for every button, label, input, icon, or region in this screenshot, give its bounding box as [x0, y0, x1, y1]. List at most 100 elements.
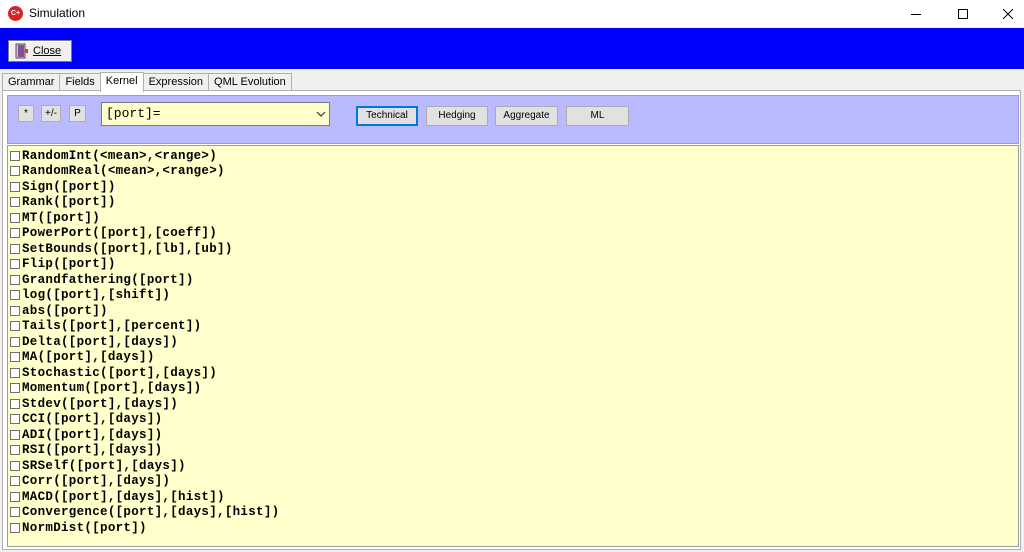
sign-toggle-button[interactable]: +/- [41, 105, 61, 122]
function-label: Rank([port]) [22, 195, 116, 210]
close-button[interactable]: Close [8, 40, 72, 62]
list-item[interactable]: Grandfathering([port]) [8, 272, 1018, 288]
function-label: RandomReal(<mean>,<range>) [22, 164, 225, 179]
close-icon [1003, 8, 1013, 19]
checkbox[interactable] [10, 290, 20, 301]
checkbox[interactable] [10, 445, 20, 456]
checkbox[interactable] [10, 460, 20, 471]
checkbox[interactable] [10, 352, 20, 363]
checkbox[interactable] [10, 150, 20, 161]
function-label: Corr([port],[days]) [22, 474, 171, 489]
checkbox[interactable] [10, 212, 20, 223]
multiply-button[interactable]: * [18, 105, 34, 122]
list-item[interactable]: CCI([port],[days]) [8, 412, 1018, 428]
list-item[interactable]: Stochastic([port],[days]) [8, 365, 1018, 381]
hedging-button[interactable]: Hedging [426, 106, 488, 126]
list-item[interactable]: MACD([port],[days],[hist]) [8, 489, 1018, 505]
toolbar: Close [0, 28, 1024, 69]
checkbox[interactable] [10, 383, 20, 394]
list-item[interactable]: SetBounds([port],[lb],[ub]) [8, 241, 1018, 257]
window-title: Simulation [29, 6, 86, 20]
tab-fields[interactable]: Fields [59, 73, 101, 91]
checkbox[interactable] [10, 305, 20, 316]
close-button-label: Close [33, 45, 62, 57]
function-label: Convergence([port],[days],[hist]) [22, 505, 280, 520]
function-label: MT([port]) [22, 210, 101, 225]
function-label: Grandfathering([port]) [22, 272, 194, 287]
checkbox[interactable] [10, 414, 20, 425]
list-item[interactable]: NormDist([port]) [8, 520, 1018, 536]
close-window-button[interactable] [985, 0, 1024, 27]
function-label: PowerPort([port],[coeff]) [22, 226, 218, 241]
chevron-down-icon[interactable] [316, 109, 326, 119]
list-item[interactable]: Stdev([port],[days]) [8, 396, 1018, 412]
maximize-icon [958, 8, 968, 19]
function-list: RandomInt(<mean>,<range>) RandomReal(<mea… [7, 145, 1019, 547]
title-bar: C+ Simulation [0, 0, 1024, 27]
checkbox[interactable] [10, 507, 20, 518]
function-label: Delta([port],[days]) [22, 334, 179, 349]
list-item[interactable]: abs([port]) [8, 303, 1018, 319]
checkbox[interactable] [10, 522, 20, 533]
list-item[interactable]: RandomReal(<mean>,<range>) [8, 164, 1018, 180]
function-label: Momentum([port],[days]) [22, 381, 202, 396]
checkbox[interactable] [10, 274, 20, 285]
list-item[interactable]: log([port],[shift]) [8, 288, 1018, 304]
list-item[interactable]: Delta([port],[days]) [8, 334, 1018, 350]
minimize-button[interactable] [893, 0, 939, 27]
checkbox[interactable] [10, 166, 20, 177]
tab-grammar[interactable]: Grammar [2, 73, 61, 91]
kernel-controls: * +/- P [port]= Technical Hedging Aggreg… [7, 95, 1019, 144]
function-label: RSI([port],[days]) [22, 443, 163, 458]
aggregate-button[interactable]: Aggregate [495, 106, 558, 126]
list-item[interactable]: Rank([port]) [8, 195, 1018, 211]
list-item[interactable]: MT([port]) [8, 210, 1018, 226]
ml-button[interactable]: ML [566, 106, 629, 126]
checkbox[interactable] [10, 181, 20, 192]
list-item[interactable]: Tails([port],[percent]) [8, 319, 1018, 335]
list-item[interactable]: SRSelf([port],[days]) [8, 458, 1018, 474]
door-exit-icon [15, 43, 28, 59]
minimize-icon [911, 13, 921, 15]
list-item[interactable]: Convergence([port],[days],[hist]) [8, 505, 1018, 521]
list-item[interactable]: Corr([port],[days]) [8, 474, 1018, 490]
tab-kernel[interactable]: Kernel [99, 72, 144, 92]
checkbox[interactable] [10, 429, 20, 440]
port-button[interactable]: P [69, 105, 86, 122]
function-label: ADI([port],[days]) [22, 427, 163, 442]
list-item[interactable]: Sign([port]) [8, 179, 1018, 195]
list-item[interactable]: RSI([port],[days]) [8, 443, 1018, 459]
checkbox[interactable] [10, 228, 20, 239]
checkbox[interactable] [10, 398, 20, 409]
technical-button[interactable]: Technical [356, 106, 418, 126]
checkbox[interactable] [10, 259, 20, 270]
list-item[interactable]: Momentum([port],[days]) [8, 381, 1018, 397]
expression-combobox[interactable]: [port]= [101, 102, 330, 126]
checkbox[interactable] [10, 336, 20, 347]
maximize-button[interactable] [940, 0, 986, 27]
checkbox[interactable] [10, 321, 20, 332]
function-label: log([port],[shift]) [22, 288, 171, 303]
checkbox[interactable] [10, 491, 20, 502]
function-label: Tails([port],[percent]) [22, 319, 202, 334]
tab-expression[interactable]: Expression [142, 73, 210, 91]
function-label: abs([port]) [22, 303, 108, 318]
list-item[interactable]: RandomInt(<mean>,<range>) [8, 148, 1018, 164]
list-item[interactable]: Flip([port]) [8, 257, 1018, 273]
list-item[interactable]: MA([port],[days]) [8, 350, 1018, 366]
function-label: Flip([port]) [22, 257, 116, 272]
checkbox[interactable] [10, 243, 20, 254]
list-item[interactable]: PowerPort([port],[coeff]) [8, 226, 1018, 242]
function-label: SetBounds([port],[lb],[ub]) [22, 241, 233, 256]
function-label: CCI([port],[days]) [22, 412, 163, 427]
checkbox[interactable] [10, 367, 20, 378]
expression-value: [port]= [106, 106, 161, 121]
tab-qml-evolution[interactable]: QML Evolution [208, 73, 292, 91]
checkbox[interactable] [10, 476, 20, 487]
function-label: RandomInt(<mean>,<range>) [22, 148, 218, 163]
checkbox[interactable] [10, 197, 20, 208]
app-logo-icon: C+ [8, 6, 23, 21]
list-item[interactable]: ADI([port],[days]) [8, 427, 1018, 443]
function-label: Stdev([port],[days]) [22, 396, 179, 411]
function-label: Stochastic([port],[days]) [22, 365, 218, 380]
